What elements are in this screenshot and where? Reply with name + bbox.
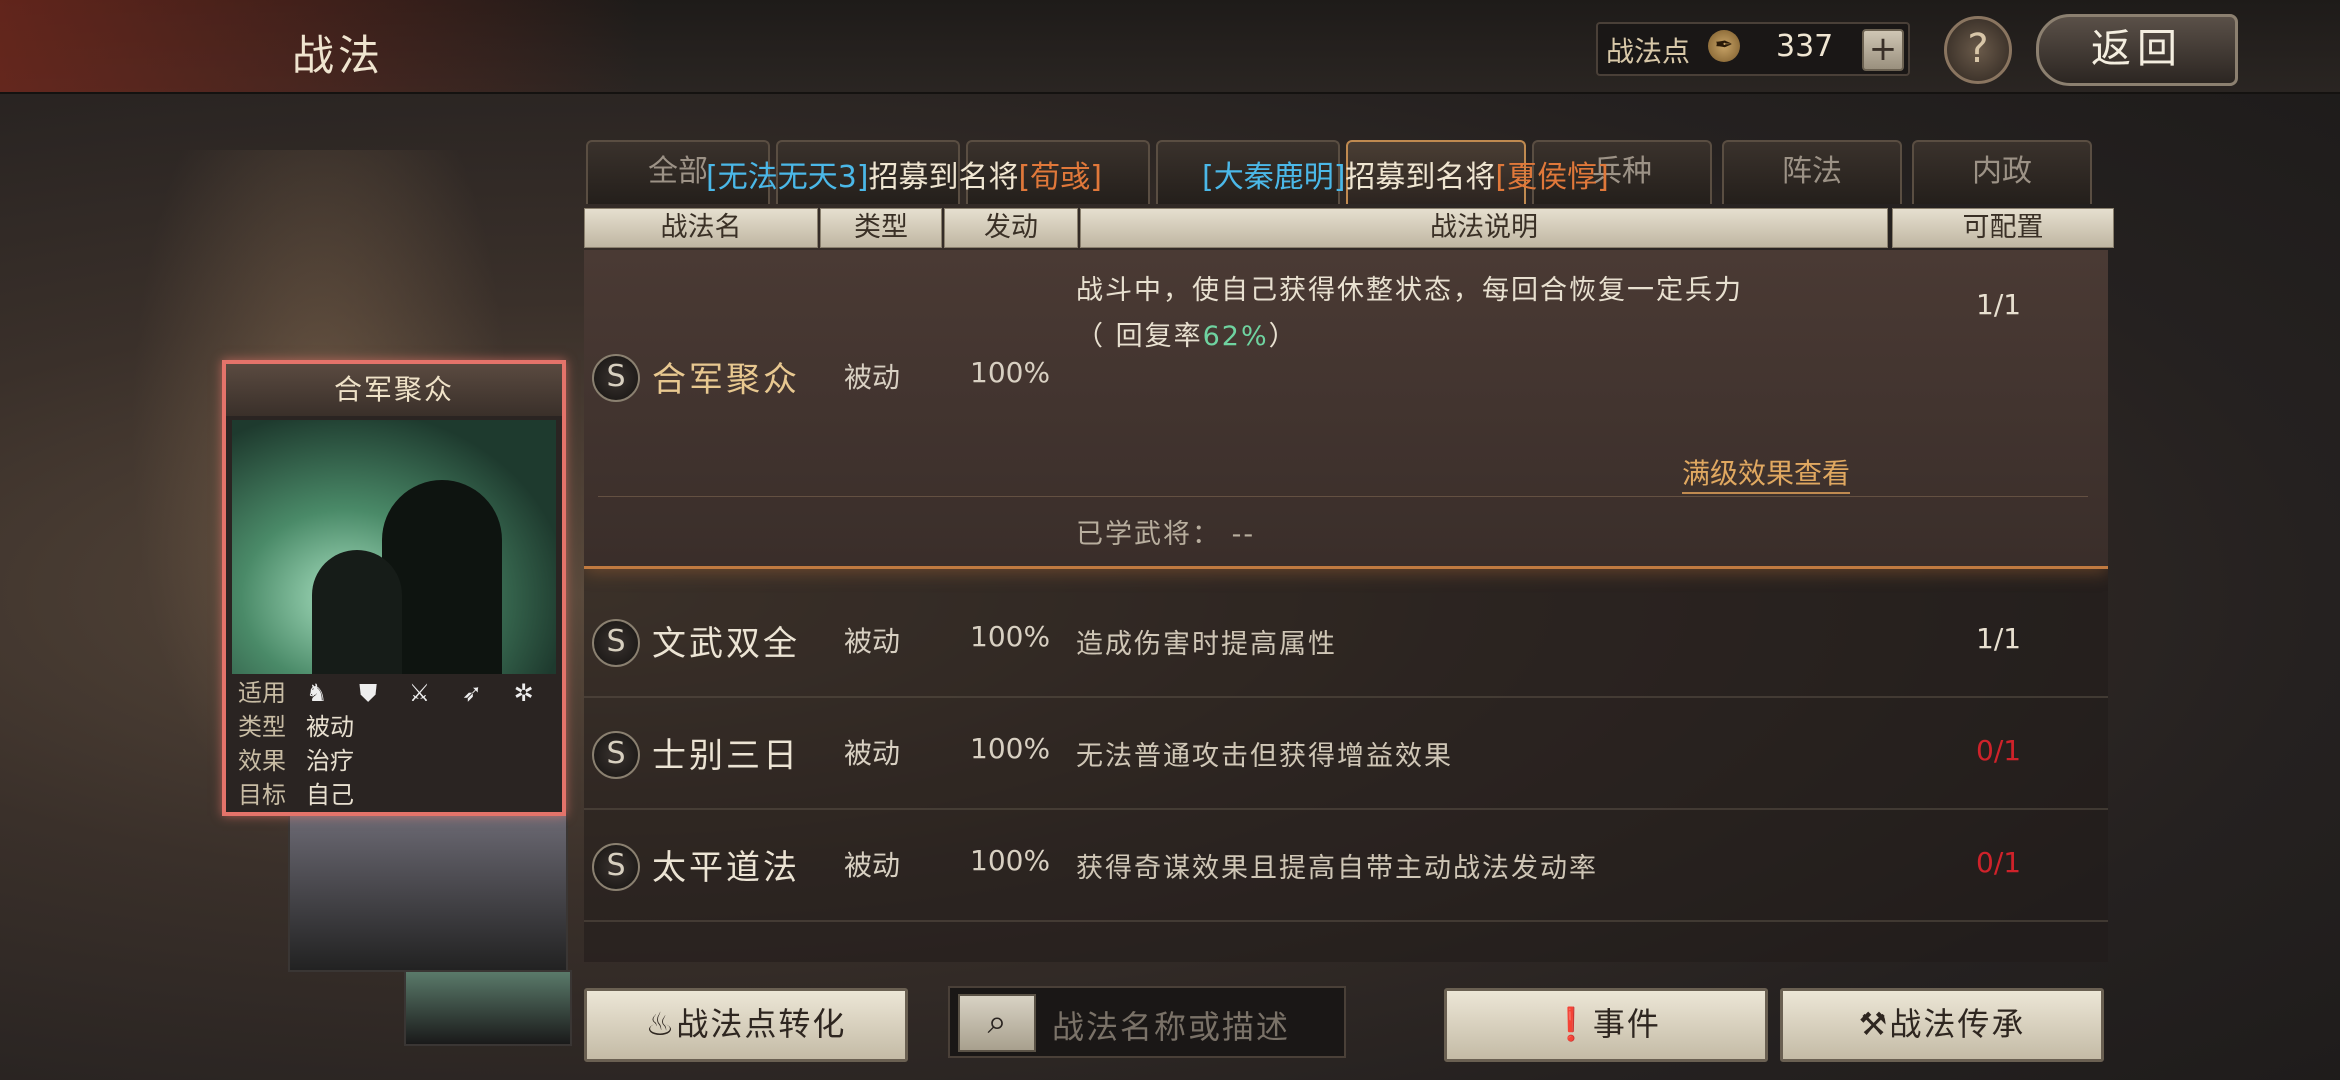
search-input[interactable]: 战法名称或描述 — [1052, 1002, 1290, 1048]
learned-label: 已学武将： — [1076, 519, 1221, 550]
tab-formation[interactable]: 阵法 — [1722, 140, 1902, 204]
column-header-name[interactable]: 战法名 — [584, 208, 818, 248]
skill-type: 被动 — [844, 849, 901, 882]
notice-text: 招募到名将 — [1345, 160, 1496, 195]
skill-rate: 100% — [970, 620, 1051, 653]
learned-value: -- — [1231, 519, 1256, 550]
points-value: 337 — [1776, 29, 1834, 64]
skill-type: 被动 — [844, 361, 901, 394]
skill-name: 文武双全 — [652, 624, 800, 664]
skill-type: 被动 — [844, 737, 901, 770]
heal-rate-value: 62% — [1202, 321, 1269, 352]
search-box[interactable]: ⌕ 战法名称或描述 — [948, 986, 1346, 1058]
skill-desc: 战斗中，使自己获得休整状态，每回合恢复一定兵力 — [1076, 275, 1743, 306]
back-button[interactable]: 返回 — [2036, 14, 2238, 86]
column-header-trigger[interactable]: 发动 — [944, 208, 1078, 248]
tab-internal[interactable]: 内政 — [1912, 140, 2092, 204]
skill-inherit-button[interactable]: ⚒战法传承 — [1780, 988, 2104, 1062]
recruit-notice: [大秦鹿明]招募到名将[夏侯惇] — [1202, 152, 1609, 196]
effect-value: 治疗 — [306, 747, 354, 775]
help-button[interactable]: ? — [1944, 16, 2012, 84]
card-row-type: 类型 被动 — [232, 710, 556, 744]
skill-list[interactable]: S 合军聚众 被动 100% 战斗中，使自己获得休整状态，每回合恢复一定兵力 （… — [584, 250, 2108, 962]
card-art — [232, 420, 556, 674]
skill-config: 1/1 — [1976, 622, 2022, 655]
skill-row[interactable]: S 士别三日 被动 100% 无法普通攻击但获得增益效果 0/1 — [584, 698, 2108, 810]
unit-type-icons: ♞ ⛊ ⚔ ➶ ✲ — [306, 679, 546, 707]
notice-general: [夏侯惇] — [1495, 160, 1609, 195]
desc-suffix: ） — [1268, 321, 1298, 352]
skill-desc: 获得奇谋效果且提高自带主动战法发动率 — [1076, 853, 1598, 884]
skill-row-selected[interactable]: S 合军聚众 被动 100% 战斗中，使自己获得休整状态，每回合恢复一定兵力 （… — [584, 250, 2108, 569]
type-value: 被动 — [306, 713, 354, 741]
skill-name: 合军聚众 — [652, 360, 800, 400]
skill-name: 太平道法 — [652, 848, 800, 888]
column-header-desc: 战法说明 — [1080, 208, 1888, 248]
skill-config: 0/1 — [1976, 734, 2022, 767]
rank-badge: S — [592, 354, 640, 402]
skill-row[interactable]: S 太平道法 被动 100% 获得奇谋效果且提高自带主动战法发动率 0/1 — [584, 810, 2108, 922]
search-icon[interactable]: ⌕ — [958, 994, 1036, 1052]
skill-rate: 100% — [970, 844, 1051, 877]
hammer-icon: ⚒ — [1858, 1005, 1890, 1043]
card-row-apply: 适用 ♞ ⛊ ⚔ ➶ ✲ — [232, 676, 556, 710]
column-header-config[interactable]: 可配置 — [1892, 208, 2114, 248]
add-points-button[interactable]: + — [1862, 29, 1904, 71]
rank-badge: S — [592, 731, 640, 779]
skill-rate: 100% — [970, 356, 1051, 389]
divider — [598, 496, 2088, 497]
skill-detail-card: 合军聚众 适用 ♞ ⛊ ⚔ ➶ ✲ 类型 被动 效果 治疗 目标 自己 — [222, 360, 566, 816]
soldier-silhouette — [312, 550, 402, 674]
convert-points-button[interactable]: ♨战法点转化 — [584, 988, 908, 1062]
type-label: 类型 — [238, 713, 286, 741]
max-level-effect-link[interactable]: 满级效果查看 — [1682, 452, 1851, 494]
notice-player: [大秦鹿明] — [1202, 160, 1346, 195]
skill-config: 0/1 — [1976, 846, 2022, 879]
skill-config: 1/1 — [1976, 288, 2022, 321]
card-stack-back — [404, 970, 572, 1046]
card-info: 适用 ♞ ⛊ ⚔ ➶ ✲ 类型 被动 效果 治疗 目标 自己 — [232, 676, 556, 812]
card-row-target: 目标 自己 — [232, 778, 556, 812]
skill-row[interactable]: S 文武双全 被动 100% 造成伤害时提高属性 1/1 — [584, 586, 2108, 698]
flame-icon: ♨ — [645, 1005, 677, 1043]
skill-type: 被动 — [844, 625, 901, 658]
card-title: 合军聚众 — [226, 364, 562, 416]
events-button[interactable]: ❗事件 — [1444, 988, 1768, 1062]
skill-rate: 100% — [970, 732, 1051, 765]
learned-generals: 已学武将： -- — [1076, 512, 1255, 551]
feather-coin-icon: ✒ — [1708, 30, 1740, 62]
convert-label: 战法点转化 — [676, 1005, 847, 1043]
recruit-notice: [无法无天3]招募到名将[荀彧] — [706, 152, 1102, 196]
notice-general: [荀彧] — [1018, 160, 1102, 195]
rank-badge: S — [592, 843, 640, 891]
target-value: 自己 — [306, 781, 354, 809]
skill-desc: 造成伤害时提高属性 — [1076, 629, 1337, 660]
points-label: 战法点 — [1606, 35, 1691, 68]
skill-name: 士别三日 — [652, 736, 800, 776]
target-label: 目标 — [238, 781, 286, 809]
skill-desc: 无法普通攻击但获得增益效果 — [1076, 741, 1453, 772]
desc-prefix: （ 回复率 — [1076, 321, 1203, 352]
alert-icon: ❗ — [1551, 1005, 1593, 1043]
notice-text: 招募到名将 — [868, 160, 1019, 195]
column-header-type[interactable]: 类型 — [820, 208, 942, 248]
rank-badge: S — [592, 619, 640, 667]
skill-desc-rate: （ 回复率62%） — [1076, 314, 1298, 353]
notice-player: [无法无天3] — [706, 160, 869, 195]
inherit-label: 战法传承 — [1889, 1005, 2026, 1043]
card-stack-back — [288, 812, 568, 972]
effect-label: 效果 — [238, 747, 286, 775]
apply-label: 适用 — [238, 679, 286, 707]
card-row-effect: 效果 治疗 — [232, 744, 556, 778]
events-label: 事件 — [1592, 1005, 1661, 1043]
page-title: 战法 — [292, 31, 385, 80]
